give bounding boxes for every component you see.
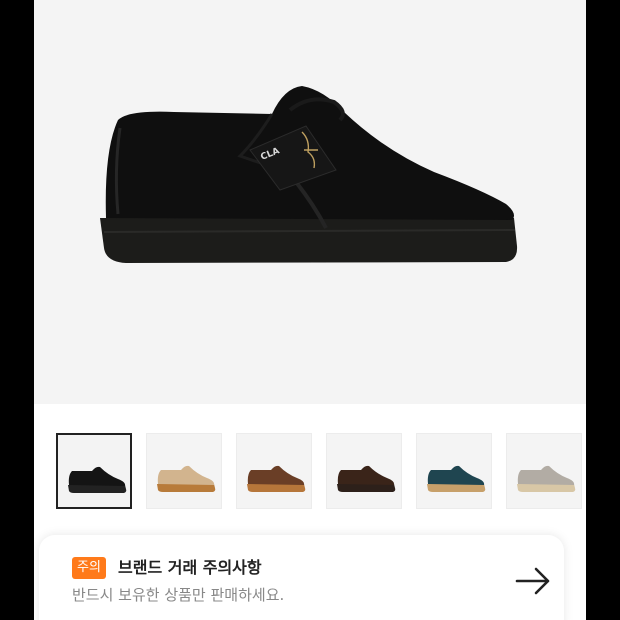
- arrow-right-icon[interactable]: [514, 564, 554, 598]
- brand-trade-notice-card[interactable]: 주의 브랜드 거래 주의사항 반드시 보유한 상품만 판매하세요.: [39, 535, 564, 620]
- thumbnail-5[interactable]: [506, 433, 582, 509]
- thumbnail-0[interactable]: [56, 433, 132, 509]
- thumbnail-strip: [34, 404, 586, 524]
- caution-badge: 주의: [72, 557, 106, 579]
- notice-subtitle: 반드시 보유한 상품만 판매하세요.: [72, 586, 285, 604]
- product-main-image: CLA: [34, 0, 586, 404]
- thumbnail-1[interactable]: [146, 433, 222, 509]
- shoe-black-image: CLA: [100, 86, 518, 263]
- shoe-grey-thumbnail: [517, 465, 576, 492]
- shoe-brown-thumbnail: [247, 465, 306, 492]
- shoe-teal-thumbnail: [427, 465, 486, 492]
- screen: CLA 주의 브랜드 거래 주의사항 반드시 보유한 상품만 판매하세요.: [34, 0, 586, 620]
- notice-title: 브랜드 거래 주의사항: [118, 558, 262, 577]
- shoe-sand-thumbnail: [157, 465, 216, 492]
- shoe-darkbrown-thumbnail: [337, 465, 396, 492]
- shoe-black-thumbnail: [68, 466, 127, 493]
- thumbnail-2[interactable]: [236, 433, 312, 509]
- thumbnail-3[interactable]: [326, 433, 402, 509]
- thumbnail-4[interactable]: [416, 433, 492, 509]
